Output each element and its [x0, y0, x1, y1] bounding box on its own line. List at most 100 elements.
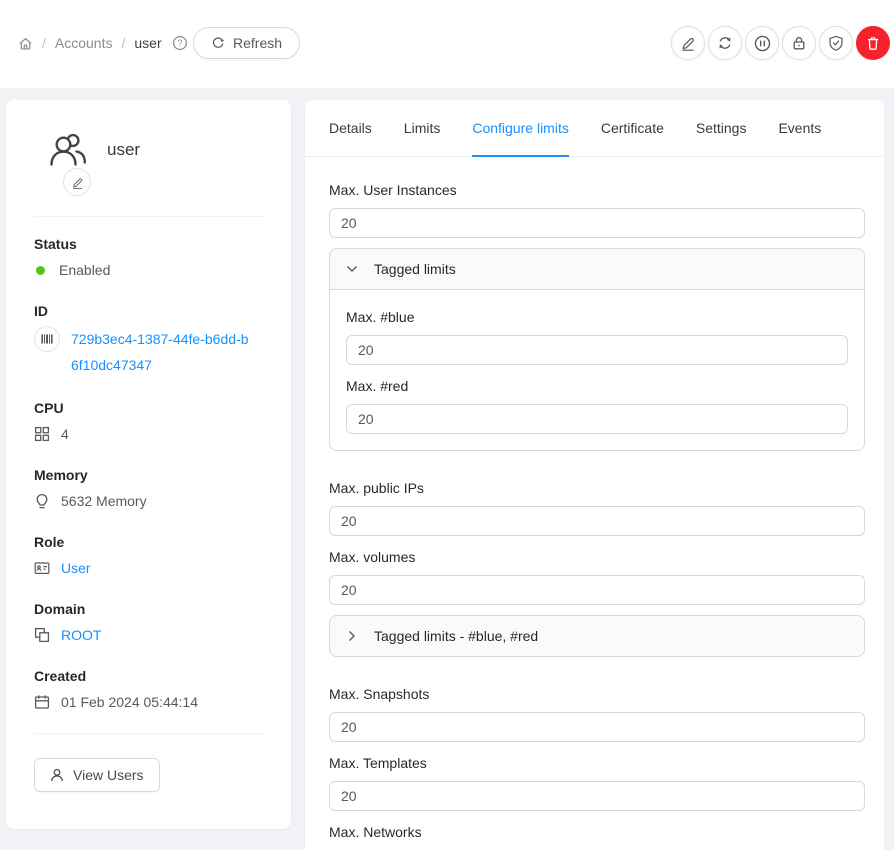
breadcrumb-separator: /	[42, 35, 46, 51]
field-status-label: Status	[34, 233, 263, 255]
max-templates-label: Max. Templates	[329, 752, 865, 774]
field-domain: Domain ROOT	[34, 598, 263, 646]
field-status: Status Enabled	[34, 233, 263, 281]
block-icon	[34, 627, 50, 643]
tab-certificate[interactable]: Certificate	[601, 100, 664, 156]
field-cpu: CPU 4	[34, 397, 263, 445]
max-snapshots-input[interactable]	[329, 712, 865, 742]
tab-limits[interactable]: Limits	[404, 100, 441, 156]
shield-check-icon	[828, 35, 844, 51]
form-item-max-public-ips: Max. public IPs	[329, 477, 865, 536]
cpu-value: 4	[61, 423, 69, 445]
update-resource-count-button[interactable]	[708, 26, 742, 60]
created-value: 01 Feb 2024 05:44:14	[61, 691, 198, 713]
add-certificate-button[interactable]	[819, 26, 853, 60]
user-icon	[50, 768, 64, 782]
max-public-ips-input[interactable]	[329, 506, 865, 536]
field-domain-label: Domain	[34, 598, 263, 620]
tagged-limits-collapsed-panel: Tagged limits - #blue, #red	[329, 615, 865, 657]
max-user-instances-label: Max. User Instances	[329, 179, 865, 201]
form-item-max-networks: Max. Networks	[329, 821, 865, 843]
lock-account-button[interactable]	[782, 26, 816, 60]
team-icon	[46, 128, 90, 172]
calendar-icon	[34, 694, 50, 710]
tab-details[interactable]: Details	[329, 100, 372, 156]
field-memory-label: Memory	[34, 464, 263, 486]
form-item-max-blue: Max. #blue	[346, 306, 848, 365]
idcard-icon	[34, 560, 50, 576]
action-toolbar	[671, 26, 890, 60]
max-blue-input[interactable]	[346, 335, 848, 365]
edit-avatar-button[interactable]	[63, 168, 91, 196]
breadcrumb: / Accounts / user ?	[18, 27, 188, 59]
field-id: ID 729b3ec4-1387-44fe-b6dd-b6f10dc47347	[34, 300, 263, 378]
domain-link[interactable]: ROOT	[61, 624, 101, 646]
reload-icon	[211, 36, 225, 50]
tagged-limits-collapsed-title: Tagged limits - #blue, #red	[374, 628, 538, 644]
edit-icon	[680, 35, 696, 51]
resource-head: user	[34, 124, 263, 217]
max-networks-label: Max. Networks	[329, 821, 865, 843]
max-volumes-input[interactable]	[329, 575, 865, 605]
sync-icon	[717, 35, 733, 51]
lock-icon	[791, 35, 807, 51]
detail-panel: Details Limits Configure limits Certific…	[305, 100, 884, 850]
field-memory: Memory 5632 Memory	[34, 464, 263, 512]
edit-account-button[interactable]	[671, 26, 705, 60]
account-id-link[interactable]: 729b3ec4-1387-44fe-b6dd-b6f10dc47347	[71, 326, 253, 378]
pause-circle-icon	[754, 35, 771, 52]
question-circle-icon[interactable]: ?	[172, 35, 188, 51]
field-role-label: Role	[34, 531, 263, 553]
form-item-max-volumes: Max. volumes	[329, 546, 865, 605]
tab-settings[interactable]: Settings	[696, 100, 747, 156]
refresh-button-label: Refresh	[233, 35, 282, 51]
view-users-button[interactable]: View Users	[34, 758, 160, 792]
form-item-max-user-instances: Max. User Instances	[329, 179, 865, 238]
field-created: Created 01 Feb 2024 05:44:14	[34, 665, 263, 713]
account-title: user	[107, 138, 140, 162]
max-templates-input[interactable]	[329, 781, 865, 811]
tagged-limits-title: Tagged limits	[374, 261, 456, 277]
form-item-max-snapshots: Max. Snapshots	[329, 683, 865, 742]
trash-icon	[865, 35, 881, 51]
disable-account-button[interactable]	[745, 26, 779, 60]
chevron-down-icon	[346, 263, 358, 275]
home-icon[interactable]	[18, 36, 33, 51]
breadcrumb-separator: /	[121, 35, 125, 51]
form-item-max-templates: Max. Templates	[329, 752, 865, 811]
view-users-label: View Users	[73, 767, 144, 783]
field-cpu-label: CPU	[34, 397, 263, 419]
field-role: Role User	[34, 531, 263, 579]
field-created-label: Created	[34, 665, 263, 687]
svg-text:?: ?	[177, 38, 182, 48]
tab-events[interactable]: Events	[778, 100, 821, 156]
tagged-limits-header[interactable]: Tagged limits	[330, 249, 864, 289]
form-item-max-red: Max. #red	[346, 375, 848, 434]
account-info-card: user Status Enabled	[6, 100, 291, 829]
max-user-instances-input[interactable]	[329, 208, 865, 238]
max-red-input[interactable]	[346, 404, 848, 434]
chevron-right-icon	[346, 630, 358, 642]
tabbar: Details Limits Configure limits Certific…	[305, 100, 884, 157]
role-link[interactable]: User	[61, 557, 91, 579]
breadcrumb-item-current: user	[134, 35, 161, 51]
delete-account-button[interactable]	[856, 26, 890, 60]
card-divider	[34, 733, 263, 734]
breadcrumb-item-accounts[interactable]: Accounts	[55, 35, 113, 51]
pencil-icon	[71, 176, 84, 189]
max-public-ips-label: Max. public IPs	[329, 477, 865, 499]
bulb-icon	[34, 493, 50, 509]
tab-configure-limits[interactable]: Configure limits	[472, 100, 568, 156]
max-blue-label: Max. #blue	[346, 306, 848, 328]
memory-value: 5632 Memory	[61, 490, 147, 512]
tagged-limits-panel: Tagged limits Max. #blue Max. #red	[329, 248, 865, 451]
refresh-button[interactable]: Refresh	[193, 27, 300, 59]
max-snapshots-label: Max. Snapshots	[329, 683, 865, 705]
status-value: Enabled	[59, 259, 110, 281]
tagged-limits-body: Max. #blue Max. #red	[330, 289, 864, 450]
tagged-limits-collapsed-header[interactable]: Tagged limits - #blue, #red	[330, 616, 864, 656]
page-header: / Accounts / user ? Refresh	[0, 0, 894, 88]
page-body: user Status Enabled	[0, 88, 894, 850]
max-volumes-label: Max. volumes	[329, 546, 865, 568]
configure-limits-form: Max. User Instances Tagged limits Max. #…	[305, 157, 884, 843]
